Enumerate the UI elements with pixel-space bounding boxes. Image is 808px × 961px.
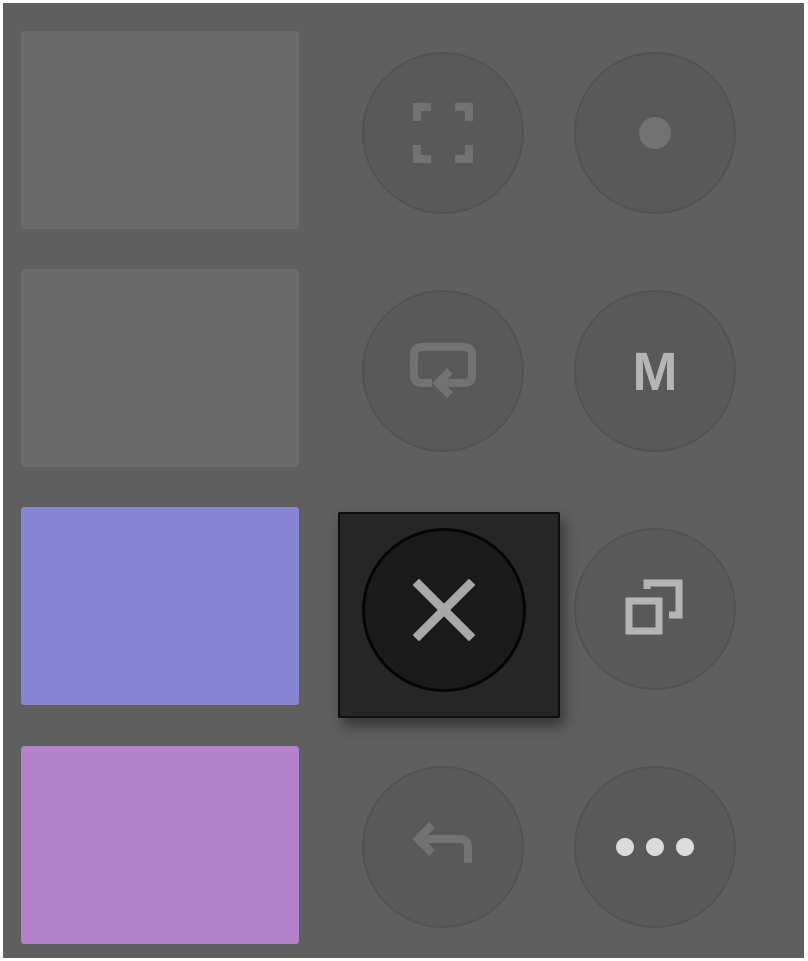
clip-pad-4[interactable] bbox=[21, 746, 299, 944]
delete-popup bbox=[338, 512, 560, 718]
duplicate-icon bbox=[625, 579, 683, 635]
duplicate-button[interactable] bbox=[574, 528, 736, 690]
clip-pad-2[interactable] bbox=[21, 269, 299, 467]
close-icon bbox=[413, 579, 475, 641]
loop-button[interactable] bbox=[362, 290, 524, 452]
loop-arrow-icon bbox=[410, 343, 476, 398]
undo-arrow-icon bbox=[412, 822, 472, 863]
record-dot-icon bbox=[639, 117, 671, 149]
clip-pad-3[interactable] bbox=[21, 507, 299, 705]
record-button[interactable] bbox=[574, 52, 736, 214]
mute-letter-icon: M bbox=[632, 342, 678, 402]
close-button[interactable] bbox=[362, 528, 526, 692]
fullscreen-capture-icon bbox=[413, 103, 473, 163]
control-panel: M bbox=[3, 3, 804, 958]
capture-button[interactable] bbox=[362, 52, 524, 214]
more-dots-icon bbox=[616, 838, 694, 856]
clip-pad-1[interactable] bbox=[21, 31, 299, 229]
more-button[interactable] bbox=[574, 766, 736, 928]
undo-button[interactable] bbox=[362, 766, 524, 928]
mute-button[interactable]: M bbox=[574, 290, 736, 452]
